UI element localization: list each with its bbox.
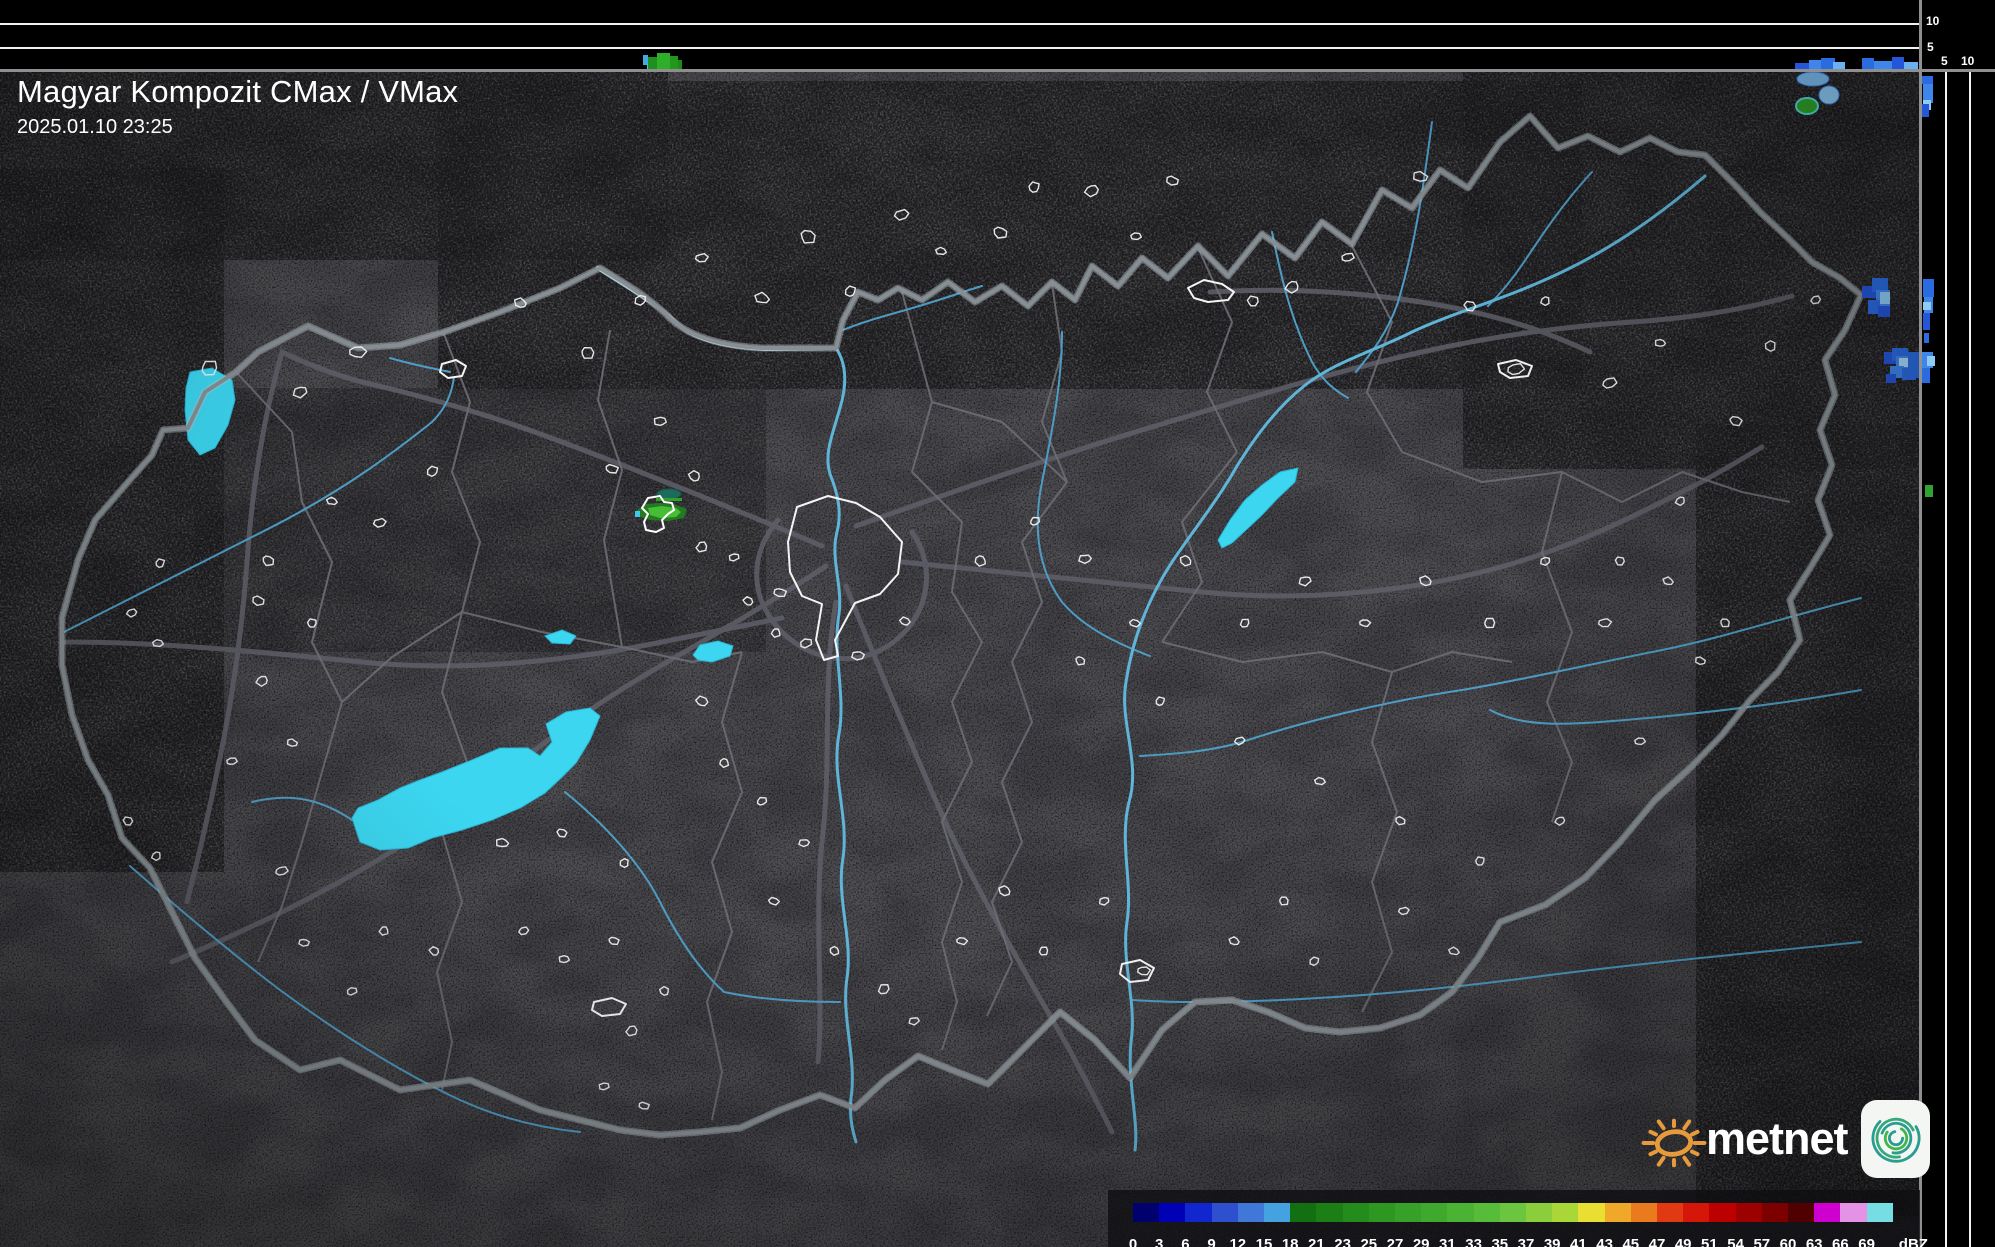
dbz-label: 63 [1805, 1236, 1823, 1247]
dbz-label: 12 [1229, 1236, 1247, 1247]
right-axis-10km-label: 10 [1961, 54, 1975, 68]
dbz-label: 47 [1648, 1236, 1666, 1247]
profile-ground-line-h [0, 69, 1995, 72]
profile-echo-cell [1923, 279, 1934, 297]
dbz-label: 57 [1753, 1236, 1771, 1247]
dbz-label: 69 [1858, 1236, 1875, 1247]
dbz-label: 31 [1439, 1236, 1456, 1247]
dbz-cell-33 [1473, 1203, 1500, 1222]
dbz-cell-49 [1683, 1203, 1710, 1222]
dbz-legend: 0 3 6 9 12 15 18 21 23 25 27 29 31 33 35 37 39 41 43 45 47 49… [1108, 1190, 1928, 1247]
profile-echo-cell [1923, 302, 1931, 310]
dbz-cell-63 [1814, 1203, 1841, 1222]
metnet-wordmark: metnet [1705, 1113, 1849, 1164]
dbz-label: 9 [1207, 1236, 1216, 1247]
metnet-app-icon [1861, 1100, 1930, 1178]
dbz-label: 43 [1596, 1236, 1613, 1247]
dbz-cell-41 [1578, 1203, 1605, 1222]
dbz-cell-0 [1133, 1203, 1160, 1222]
dbz-cell-69 [1866, 1203, 1893, 1222]
swirl-icon [1871, 1113, 1921, 1163]
dbz-cell-57 [1761, 1203, 1788, 1222]
dbz-label: 37 [1517, 1236, 1535, 1247]
sun-icon [1641, 1118, 1707, 1168]
dbz-cell-31 [1447, 1203, 1474, 1222]
profile-echo-cell [1924, 333, 1929, 343]
profile-echo-cell [1923, 313, 1930, 330]
dbz-cell-66 [1840, 1203, 1867, 1222]
dbz-cell-12 [1237, 1203, 1264, 1222]
dbz-label: 3 [1155, 1236, 1164, 1247]
timestamp: 2025.01.10 23:25 [17, 116, 173, 138]
dbz-cell-25 [1368, 1203, 1395, 1222]
profile-5km-line-v [1945, 71, 1947, 1247]
profile-echo-cell [1922, 104, 1929, 117]
dbz-label: 18 [1281, 1236, 1299, 1247]
dbz-cell-9 [1211, 1203, 1238, 1222]
page-title: Magyar Kompozit CMax / VMax [17, 74, 459, 109]
dbz-label: 21 [1308, 1236, 1325, 1247]
top-axis-5km-label: 5 [1927, 40, 1934, 54]
dbz-label: 25 [1360, 1236, 1378, 1247]
dbz-label: 33 [1465, 1236, 1482, 1247]
dbz-cell-3 [1159, 1203, 1186, 1222]
dbz-label: 54 [1727, 1236, 1744, 1247]
dbz-label: 66 [1832, 1236, 1849, 1247]
profile-echo-cell [1922, 76, 1933, 84]
dbz-label: 35 [1491, 1236, 1509, 1247]
dbz-cell-47 [1657, 1203, 1684, 1222]
dbz-cell-60 [1788, 1203, 1815, 1222]
dbz-cell-29 [1421, 1203, 1448, 1222]
dbz-unit-label: dBZ [1898, 1236, 1928, 1247]
title-block: Magyar Kompozit CMax / VMax 2025.01.10 2… [17, 74, 458, 139]
dbz-label: 29 [1412, 1236, 1430, 1247]
dbz-label: 6 [1181, 1236, 1190, 1247]
top-axis-10km-label: 10 [1926, 14, 1940, 28]
profile-10km-line-v [1969, 71, 1971, 1247]
dbz-label: 45 [1622, 1236, 1640, 1247]
dbz-cell-39 [1552, 1203, 1579, 1222]
profile-echo-cell [1922, 368, 1930, 383]
dbz-label: 39 [1543, 1236, 1561, 1247]
dbz-cell-15 [1264, 1203, 1291, 1222]
dbz-cell-18 [1290, 1203, 1317, 1222]
dbz-cell-54 [1735, 1203, 1762, 1222]
metnet-branding: metnet [1638, 1094, 1930, 1184]
dbz-cell-51 [1709, 1203, 1736, 1222]
dbz-label: 60 [1779, 1236, 1797, 1247]
dbz-cell-6 [1185, 1203, 1212, 1222]
dbz-cell-45 [1630, 1203, 1657, 1222]
dbz-label: 23 [1334, 1236, 1351, 1247]
dbz-cell-43 [1604, 1203, 1631, 1222]
dbz-cell-37 [1526, 1203, 1553, 1222]
dbz-label: 15 [1255, 1236, 1273, 1247]
dbz-label: 49 [1674, 1236, 1692, 1247]
profile-10km-line [0, 23, 1919, 25]
profile-5km-line [0, 47, 1919, 49]
profile-ground-line-v [1919, 0, 1922, 1247]
dbz-label: 41 [1570, 1236, 1587, 1247]
dbz-cell-21 [1316, 1203, 1343, 1222]
profile-echo-cell [1925, 485, 1933, 497]
dbz-cell-23 [1342, 1203, 1369, 1222]
dbz-cell-35 [1499, 1203, 1526, 1222]
dbz-cell-27 [1395, 1203, 1422, 1222]
right-axis-5km-label: 5 [1941, 54, 1948, 68]
profile-echo-cell [1927, 356, 1935, 366]
dbz-label: 0 [1128, 1236, 1138, 1247]
radar-composite-app: 10 5 5 10 Magyar Kompozit CMax / VMax 20… [0, 0, 1995, 1247]
dbz-label: 27 [1386, 1236, 1404, 1247]
dbz-label: 51 [1701, 1236, 1718, 1247]
radar-map [0, 71, 1920, 1247]
